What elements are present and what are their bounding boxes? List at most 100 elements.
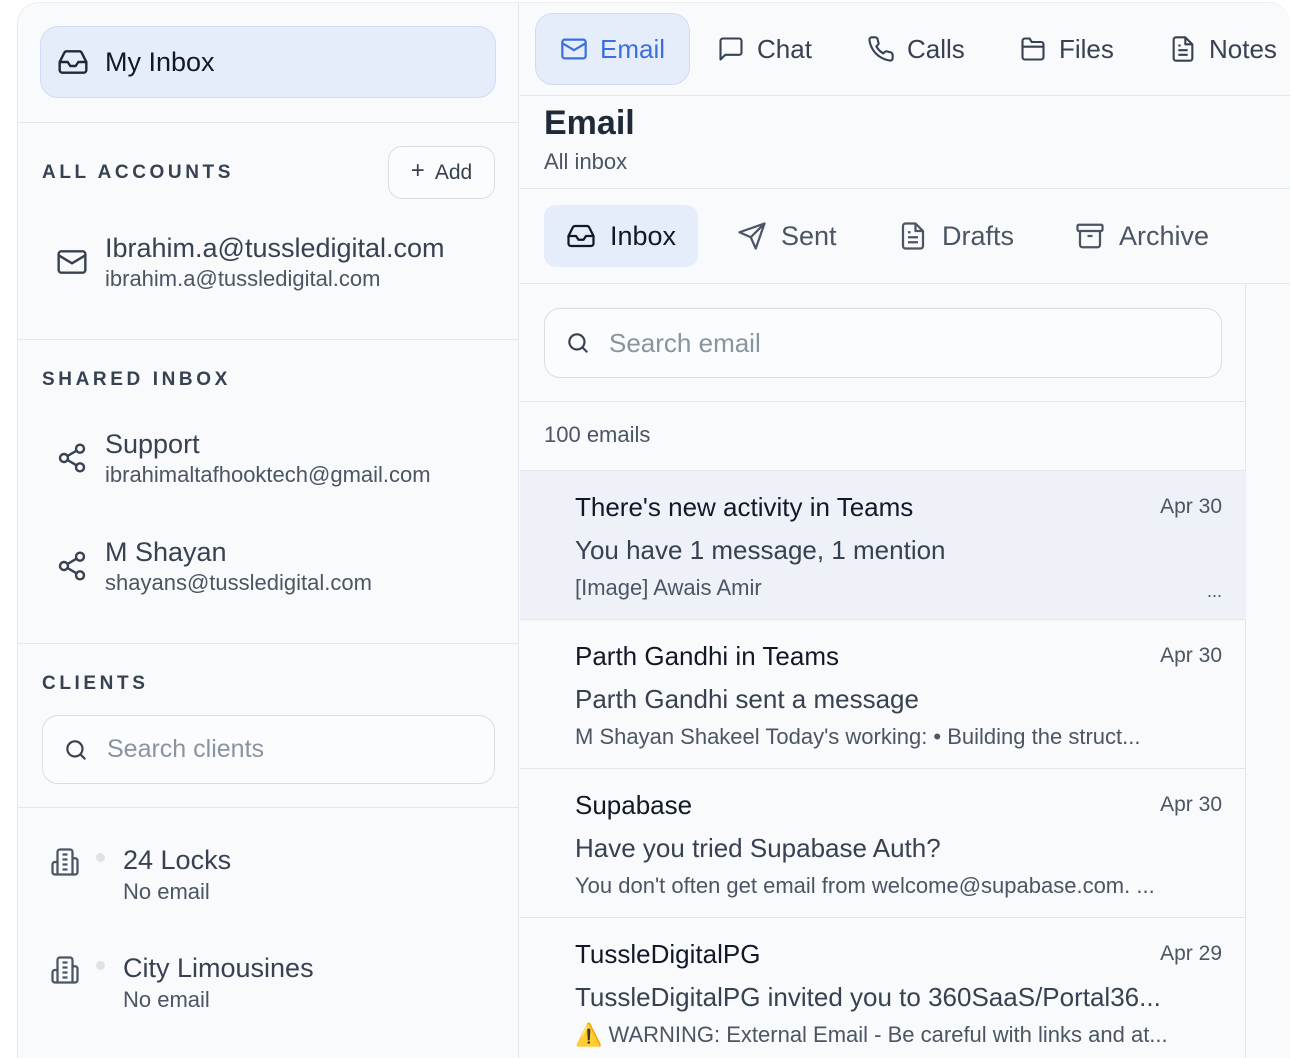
all-accounts-title: ALL ACCOUNTS (42, 162, 235, 183)
tab-label: Inbox (610, 220, 677, 251)
tab-inbox[interactable]: Inbox (544, 205, 699, 267)
inbox-icon (57, 46, 89, 78)
tab-label: Email (600, 33, 666, 64)
tab-drafts[interactable]: Drafts (898, 205, 1014, 267)
my-inbox-button[interactable]: My Inbox (40, 26, 496, 98)
email-preview: ⚠️ WARNING: External Email - Be careful … (575, 1022, 1168, 1047)
add-account-button[interactable]: + Add (388, 146, 495, 199)
building-icon (50, 955, 80, 985)
email-sender: Parth Gandhi in Teams (575, 641, 839, 671)
phone-icon (867, 35, 895, 63)
tab-label: Archive (1119, 220, 1210, 251)
top-nav: Email Chat Calls Files Notes (520, 3, 1290, 96)
tab-label: Chat (757, 33, 812, 64)
email-sender: There's new activity in Teams (575, 492, 914, 522)
draft-icon (898, 221, 928, 251)
tab-chat[interactable]: Chat (717, 13, 812, 85)
client-item-24-locks[interactable]: 24 Locks No email (50, 843, 231, 907)
app-window: My Inbox ALL ACCOUNTS + Add Ibrahim.a@tu… (17, 2, 1290, 1058)
share-icon (56, 550, 88, 582)
email-count: 100 emails (544, 422, 651, 447)
page-subtitle: All inbox (544, 149, 628, 174)
search-icon (565, 330, 591, 356)
page-header: Email All inbox (544, 103, 635, 175)
email-preview: [Image] Awais Amir (575, 575, 762, 600)
search-email-placeholder: Search email (609, 327, 761, 358)
search-email-input[interactable]: Search email (544, 308, 1222, 378)
divider (18, 339, 519, 340)
tab-archive[interactable]: Archive (1075, 205, 1209, 267)
email-preview: You don't often get email from welcome@s… (575, 873, 1155, 898)
share-icon (56, 442, 88, 474)
email-sender: Supabase (575, 790, 693, 820)
email-subject: Have you tried Supabase Auth? (575, 833, 941, 863)
account-name: Ibrahim.a@tussledigital.com (105, 233, 445, 263)
email-subject: Parth Gandhi sent a message (575, 684, 919, 714)
tab-label: Sent (781, 220, 837, 251)
client-name: City Limousines (123, 953, 314, 983)
add-label: Add (434, 160, 473, 184)
email-date: Apr 29 (1160, 942, 1222, 965)
mail-icon (560, 35, 588, 63)
search-clients-placeholder: Search clients (107, 735, 265, 763)
divider (18, 643, 519, 644)
email-date: Apr 30 (1160, 644, 1222, 667)
shared-inbox-name: M Shayan (105, 537, 227, 567)
mail-icon (56, 246, 88, 278)
email-date: Apr 30 (1160, 495, 1222, 518)
shared-inbox-title: SHARED INBOX (42, 369, 231, 390)
tab-notes[interactable]: Notes (1169, 13, 1277, 85)
shared-inbox-email: shayans@tussledigital.com (105, 570, 372, 595)
search-icon (63, 737, 89, 763)
main-panel: Email Chat Calls Files Notes Email All i… (520, 3, 1290, 1058)
tab-files[interactable]: Files (1019, 13, 1114, 85)
status-dot (96, 853, 105, 862)
email-list-panel: Search email 100 emails There's new acti… (520, 284, 1246, 1058)
tab-label: Files (1059, 33, 1114, 64)
client-email: No email (123, 879, 210, 904)
clients-title: CLIENTS (42, 673, 149, 694)
divider (520, 188, 1290, 189)
email-row[interactable]: TussleDigitalPG Apr 29 TussleDigitalPG i… (520, 917, 1246, 1058)
divider (18, 807, 519, 808)
shared-inbox-item-m-shayan[interactable]: M Shayan shayans@tussledigital.com (56, 535, 372, 597)
building-icon (50, 847, 80, 877)
note-icon (1169, 35, 1197, 63)
tab-email[interactable]: Email (535, 13, 691, 85)
tab-label: Drafts (942, 220, 1015, 251)
tab-calls[interactable]: Calls (867, 13, 965, 85)
divider (18, 122, 519, 123)
shared-inbox-item-support[interactable]: Support ibrahimaltafhooktech@gmail.com (56, 427, 431, 489)
client-email: No email (123, 987, 210, 1012)
status-dot (96, 961, 105, 970)
archive-icon (1075, 221, 1105, 251)
email-subject: TussleDigitalPG invited you to 360SaaS/P… (575, 982, 1161, 1012)
email-row[interactable]: There's new activity in Teams Apr 30 You… (520, 470, 1246, 619)
divider (520, 401, 1246, 402)
account-item[interactable]: Ibrahim.a@tussledigital.com ibrahim.a@tu… (56, 231, 445, 293)
email-sender: TussleDigitalPG (575, 939, 761, 969)
email-date: Apr 30 (1160, 793, 1222, 816)
sidebar: My Inbox ALL ACCOUNTS + Add Ibrahim.a@tu… (18, 3, 519, 1058)
chat-icon (717, 35, 745, 63)
plus-icon: + (410, 157, 425, 184)
folder-icon (1019, 35, 1047, 63)
inbox-icon (566, 221, 596, 251)
my-inbox-label: My Inbox (105, 46, 215, 77)
tab-label: Calls (907, 33, 965, 64)
tab-label: Notes (1209, 33, 1277, 64)
email-preview: M Shayan Shakeel Today's working: • Buil… (575, 724, 1141, 749)
tab-sent[interactable]: Sent (737, 205, 837, 267)
email-row[interactable]: Parth Gandhi in Teams Apr 30 Parth Gandh… (520, 619, 1246, 768)
email-row[interactable]: Supabase Apr 30 Have you tried Supabase … (520, 768, 1246, 917)
email-list: There's new activity in Teams Apr 30 You… (520, 470, 1246, 1058)
shared-inbox-name: Support (105, 429, 200, 459)
search-clients-input[interactable]: Search clients (42, 715, 495, 784)
client-name: 24 Locks (123, 845, 232, 875)
email-subject: You have 1 message, 1 mention (575, 535, 946, 565)
more-icon: ... (1206, 581, 1222, 601)
account-email: ibrahim.a@tussledigital.com (105, 266, 381, 291)
page-title: Email (544, 104, 635, 142)
send-icon (737, 221, 767, 251)
client-item-city-limousines[interactable]: City Limousines No email (50, 951, 314, 1015)
